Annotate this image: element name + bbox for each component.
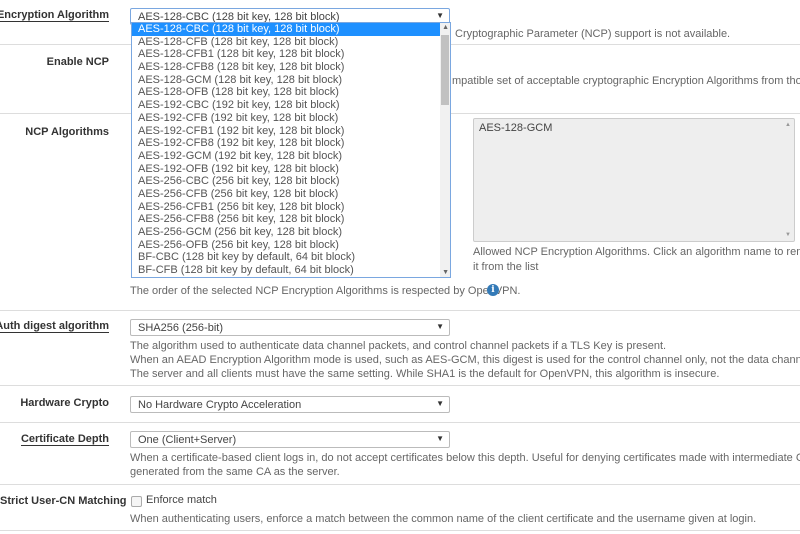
ncp-help-2: it from the list [473, 261, 539, 273]
dropdown-option[interactable]: BF-CFB (128 bit key by default, 64 bit b… [132, 264, 450, 277]
scroll-down-icon[interactable]: ▼ [785, 232, 791, 238]
hardware-crypto-select[interactable]: No Hardware Crypto Acceleration ▼ [130, 396, 450, 413]
auth-help-3: The server and all clients must have the… [130, 368, 720, 380]
ncp-selected-item[interactable]: AES-128-GCM [479, 122, 789, 134]
row-strict-cn: Strict User-CN Matching Enforce match Wh… [0, 484, 800, 531]
scrollbar[interactable]: ▲ ▼ [440, 23, 450, 277]
dropdown-option[interactable]: AES-128-CFB8 (128 bit key, 128 bit block… [132, 61, 450, 74]
dropdown-option[interactable]: AES-256-GCM (256 bit key, 128 bit block) [132, 226, 450, 239]
select-value: SHA256 (256-bit) [138, 322, 223, 334]
enable-ncp-label: Enable NCP [46, 56, 109, 68]
dropdown-option[interactable]: AES-128-OFB (128 bit key, 128 bit block) [132, 86, 450, 99]
certificate-depth-label: Certificate Depth [20, 433, 109, 446]
enforce-match-checkbox[interactable] [131, 496, 142, 507]
enforce-match-label[interactable]: Enforce match [146, 493, 217, 508]
chevron-down-icon: ▼ [436, 434, 444, 443]
ncp-selected-list[interactable]: AES-128-GCM ▲ ▼ [473, 118, 795, 242]
dropdown-option[interactable]: AES-192-CFB1 (192 bit key, 128 bit block… [132, 125, 450, 138]
ncp-algorithms-label: NCP Algorithms [25, 126, 109, 138]
dropdown-option[interactable]: AES-256-CFB8 (256 bit key, 128 bit block… [132, 213, 450, 226]
scrollbar-thumb[interactable] [441, 35, 449, 105]
dropdown-option[interactable]: AES-256-CFB (256 bit key, 128 bit block) [132, 188, 450, 201]
dropdown-option[interactable]: AES-256-CFB1 (256 bit key, 128 bit block… [132, 201, 450, 214]
dropdown-option[interactable]: AES-128-GCM (128 bit key, 128 bit block) [132, 74, 450, 87]
chevron-down-icon: ▼ [436, 399, 444, 408]
auth-help-2: When an AEAD Encryption Algorithm mode i… [130, 354, 800, 366]
row-hardware-crypto: Hardware Crypto No Hardware Crypto Accel… [0, 385, 800, 423]
scroll-up-icon[interactable]: ▲ [442, 24, 449, 31]
auth-help-1: The algorithm used to authenticate data … [130, 340, 667, 352]
hardware-crypto-label: Hardware Crypto [20, 397, 109, 409]
dropdown-option[interactable]: AES-256-CBC (256 bit key, 128 bit block) [132, 175, 450, 188]
info-icon[interactable]: i [487, 284, 499, 296]
ncp-help-1: Allowed NCP Encryption Algorithms. Click… [473, 246, 800, 258]
scroll-up-icon[interactable]: ▲ [785, 122, 791, 128]
dropdown-option[interactable]: AES-128-CFB (128 bit key, 128 bit block) [132, 36, 450, 49]
cert-help-2: generated from the same CA as the server… [130, 466, 340, 478]
dropdown-option[interactable]: AES-256-OFB (256 bit key, 128 bit block) [132, 239, 450, 252]
dropdown-option[interactable]: AES-128-CBC (128 bit key, 128 bit block) [132, 23, 440, 36]
ncp-order-note: The order of the selected NCP Encryption… [130, 285, 521, 297]
dropdown-option[interactable]: AES-192-GCM (192 bit key, 128 bit block) [132, 150, 450, 163]
strict-cn-help: When authenticating users, enforce a mat… [130, 513, 757, 525]
select-value: No Hardware Crypto Acceleration [138, 399, 302, 411]
dropdown-option[interactable]: BF-CBC (128 bit key by default, 64 bit b… [132, 251, 450, 264]
encryption-help: Cryptographic Parameter (NCP) support is… [455, 28, 731, 40]
dropdown-option[interactable]: AES-192-CFB8 (192 bit key, 128 bit block… [132, 137, 450, 150]
dropdown-option[interactable]: AES-192-CFB (192 bit key, 128 bit block) [132, 112, 450, 125]
enable-ncp-help: mpatible set of acceptable cryptographic… [452, 75, 800, 87]
certificate-depth-select[interactable]: One (Client+Server) ▼ [130, 431, 450, 448]
auth-digest-label: Auth digest algorithm [0, 320, 109, 333]
chevron-down-icon: ▼ [436, 322, 444, 331]
encryption-algorithm-dropdown[interactable]: AES-128-CBC (128 bit key, 128 bit block)… [131, 22, 451, 278]
row-certificate-depth: Certificate Depth One (Client+Server) ▼ W… [0, 422, 800, 485]
auth-digest-select[interactable]: SHA256 (256-bit) ▼ [130, 319, 450, 336]
strict-cn-label: Strict User-CN Matching [0, 495, 127, 507]
dropdown-option[interactable]: AES-128-CFB1 (128 bit key, 128 bit block… [132, 48, 450, 61]
chevron-down-icon: ▼ [436, 11, 444, 20]
row-auth-digest: Auth digest algorithm SHA256 (256-bit) ▼ … [0, 310, 800, 386]
cert-help-1: When a certificate-based client logs in,… [130, 452, 800, 464]
scroll-down-icon[interactable]: ▼ [442, 269, 449, 276]
dropdown-option[interactable]: AES-192-OFB (192 bit key, 128 bit block) [132, 163, 450, 176]
encryption-algorithm-label: Encryption Algorithm [0, 9, 109, 22]
dropdown-option[interactable]: AES-192-CBC (192 bit key, 128 bit block) [132, 99, 450, 112]
select-value: One (Client+Server) [138, 434, 237, 446]
